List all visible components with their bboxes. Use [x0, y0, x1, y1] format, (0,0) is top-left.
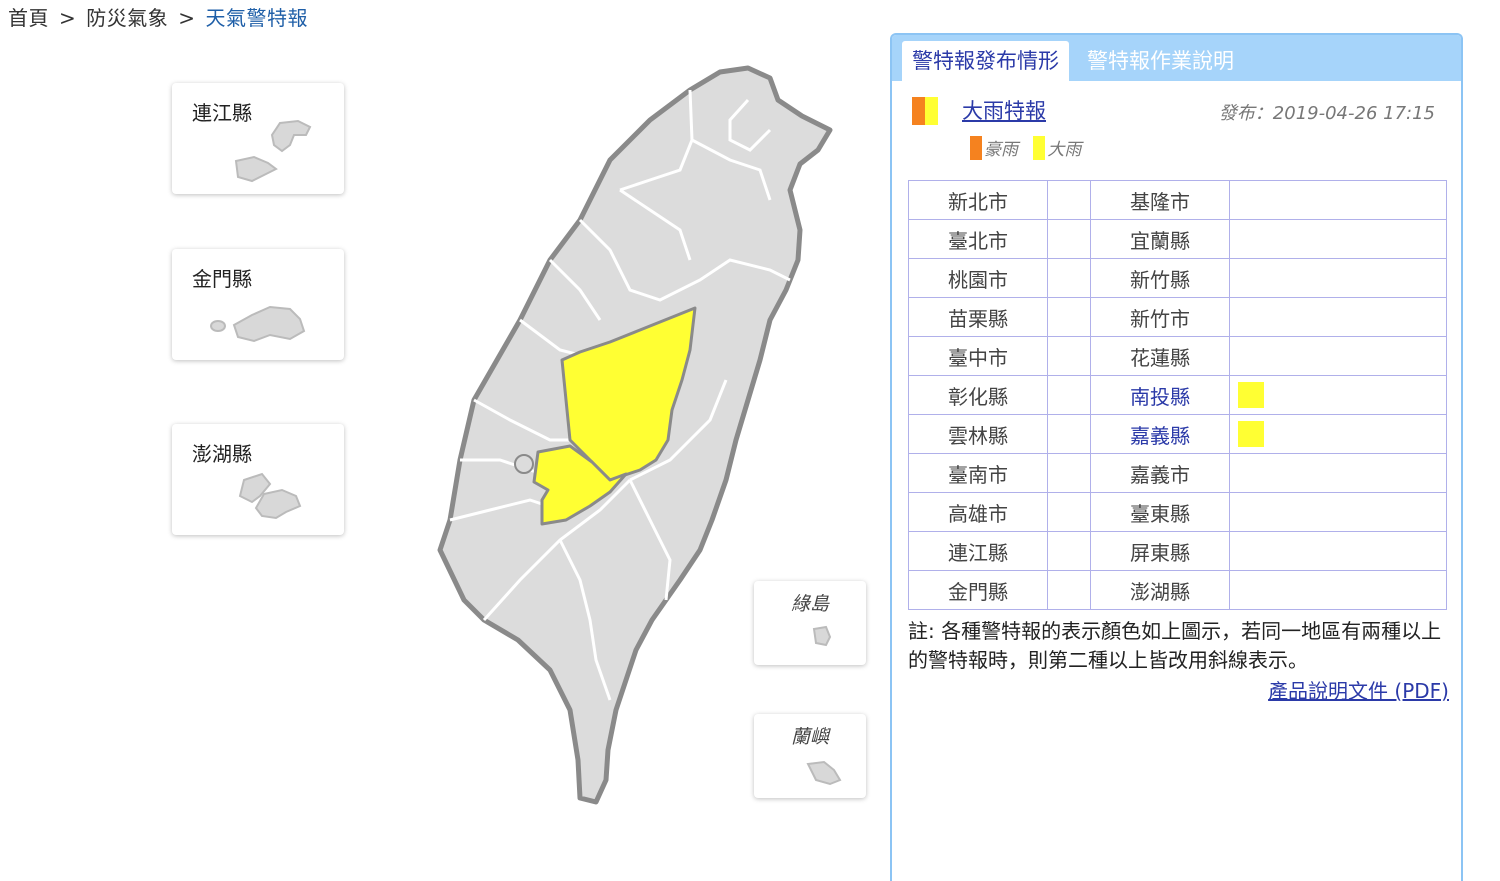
region-name: 金門縣	[908, 570, 1048, 610]
region-name: 臺中市	[908, 336, 1048, 376]
warning-badge-icon	[912, 97, 938, 125]
breadcrumb: 首頁 > 防災氣象 > 天氣警特報	[8, 2, 308, 31]
region-name: 宜蘭縣	[1090, 219, 1230, 259]
region-warning-cell	[1047, 258, 1091, 298]
pdf-link[interactable]: 產品說明文件 (PDF)	[1268, 675, 1449, 704]
region-warning-cell	[1047, 414, 1091, 454]
legend-item-torrential: 豪雨	[970, 136, 1018, 160]
region-warning-cell	[1047, 531, 1091, 571]
legend-swatch-torrential	[970, 136, 982, 160]
region-name: 花蓮縣	[1090, 336, 1230, 376]
region-warning-cell	[1047, 375, 1091, 415]
region-warning-cell	[1229, 570, 1447, 610]
island-card-penghu[interactable]: 澎湖縣	[172, 424, 344, 535]
table-row: 臺中市 花蓮縣	[908, 336, 1447, 376]
region-name[interactable]: 嘉義縣	[1090, 414, 1230, 454]
table-row: 雲林縣 嘉義縣	[908, 414, 1447, 454]
table-row: 臺南市 嘉義市	[908, 453, 1447, 493]
region-name: 嘉義市	[1090, 453, 1230, 493]
breadcrumb-current[interactable]: 天氣警特報	[206, 6, 309, 30]
region-name: 新竹縣	[1090, 258, 1230, 298]
table-row: 臺北市 宜蘭縣	[908, 219, 1447, 259]
breadcrumb-separator: >	[59, 6, 77, 30]
table-row: 苗栗縣 新竹市	[908, 297, 1447, 337]
region-name: 臺南市	[908, 453, 1048, 493]
regions-table: 新北市 基隆市 臺北市 宜蘭縣 桃園市 新竹縣 苗栗縣 新竹市 臺中市 花蓮縣 彰化縣 南投縣 雲林縣嘉…	[908, 180, 1447, 610]
legend: 豪雨 大雨	[970, 135, 1091, 160]
region-warning-cell	[1047, 219, 1091, 259]
region-name: 基隆市	[1090, 180, 1230, 220]
table-row: 桃園市 新竹縣	[908, 258, 1447, 298]
region-warning-cell	[1229, 414, 1447, 454]
legend-item-heavy: 大雨	[1033, 136, 1082, 160]
taiwan-warning-map	[437, 65, 833, 805]
breadcrumb-home[interactable]: 首頁	[8, 6, 49, 30]
breadcrumb-section[interactable]: 防災氣象	[86, 6, 168, 30]
region-warning-cell	[1229, 336, 1447, 376]
legend-label-torrential: 豪雨	[984, 140, 1018, 160]
island-card-lienchiang[interactable]: 連江縣	[172, 83, 344, 194]
region-name: 連江縣	[908, 531, 1048, 571]
region-warning-cell	[1229, 180, 1447, 220]
region-name: 屏東縣	[1090, 531, 1230, 571]
region-warning-cell	[1047, 492, 1091, 532]
table-row: 高雄市 臺東縣	[908, 492, 1447, 532]
tab-warning-status[interactable]: 警特報發布情形	[902, 41, 1069, 81]
panel-tabs: 警特報發布情形 警特報作業說明	[892, 35, 1461, 81]
region-warning-cell	[1229, 531, 1447, 571]
warning-title-link[interactable]: 大雨特報	[962, 95, 1046, 125]
region-warning-cell	[1047, 570, 1091, 610]
note-text: 註: 各種警特報的表示顏色如上圖示，若同一地區有兩種以上的警特報時，則第二種以上…	[908, 619, 1442, 672]
region-name: 雲林縣	[908, 414, 1048, 454]
table-row: 連江縣 屏東縣	[908, 531, 1447, 571]
warning-flag	[1238, 421, 1264, 448]
region-name: 高雄市	[908, 492, 1048, 532]
region-name: 澎湖縣	[1090, 570, 1230, 610]
kinmen-shape	[210, 305, 306, 343]
tab-warning-explanation[interactable]: 警特報作業說明	[1077, 41, 1244, 81]
region-warning-cell	[1229, 258, 1447, 298]
region-name: 新北市	[908, 180, 1048, 220]
region-chiayi-city[interactable]	[514, 454, 534, 474]
region-warning-cell	[1229, 492, 1447, 532]
table-row: 新北市 基隆市	[908, 180, 1447, 220]
region-name: 桃園市	[908, 258, 1048, 298]
region-name: 臺北市	[908, 219, 1048, 259]
legend-label-heavy: 大雨	[1047, 140, 1082, 160]
table-row: 彰化縣 南投縣	[908, 375, 1447, 415]
region-name: 臺東縣	[1090, 492, 1230, 532]
penghu-shape	[238, 472, 302, 520]
region-name: 彰化縣	[908, 375, 1048, 415]
table-row: 金門縣 澎湖縣	[908, 570, 1447, 610]
issued-time: 發布：2019-04-26 17:15	[1218, 103, 1435, 124]
region-warning-cell	[1229, 297, 1447, 337]
breadcrumb-separator: >	[178, 6, 196, 30]
region-warning-cell	[1229, 219, 1447, 259]
warning-flag	[1238, 382, 1264, 409]
region-warning-cell	[1047, 180, 1091, 220]
legend-swatch-heavy	[1033, 136, 1046, 160]
region-name: 苗栗縣	[908, 297, 1048, 337]
warning-panel: 警特報發布情形 警特報作業說明 大雨特報 發布：2019-04-26 17:15…	[890, 33, 1463, 881]
lienchiang-shape	[234, 119, 312, 183]
region-warning-cell	[1229, 453, 1447, 493]
region-name[interactable]: 南投縣	[1090, 375, 1230, 415]
region-warning-cell	[1047, 336, 1091, 376]
region-warning-cell	[1229, 375, 1447, 415]
region-name: 新竹市	[1090, 297, 1230, 337]
region-warning-cell	[1047, 453, 1091, 493]
region-warning-cell	[1047, 297, 1091, 337]
island-card-kinmen[interactable]: 金門縣	[172, 249, 344, 360]
